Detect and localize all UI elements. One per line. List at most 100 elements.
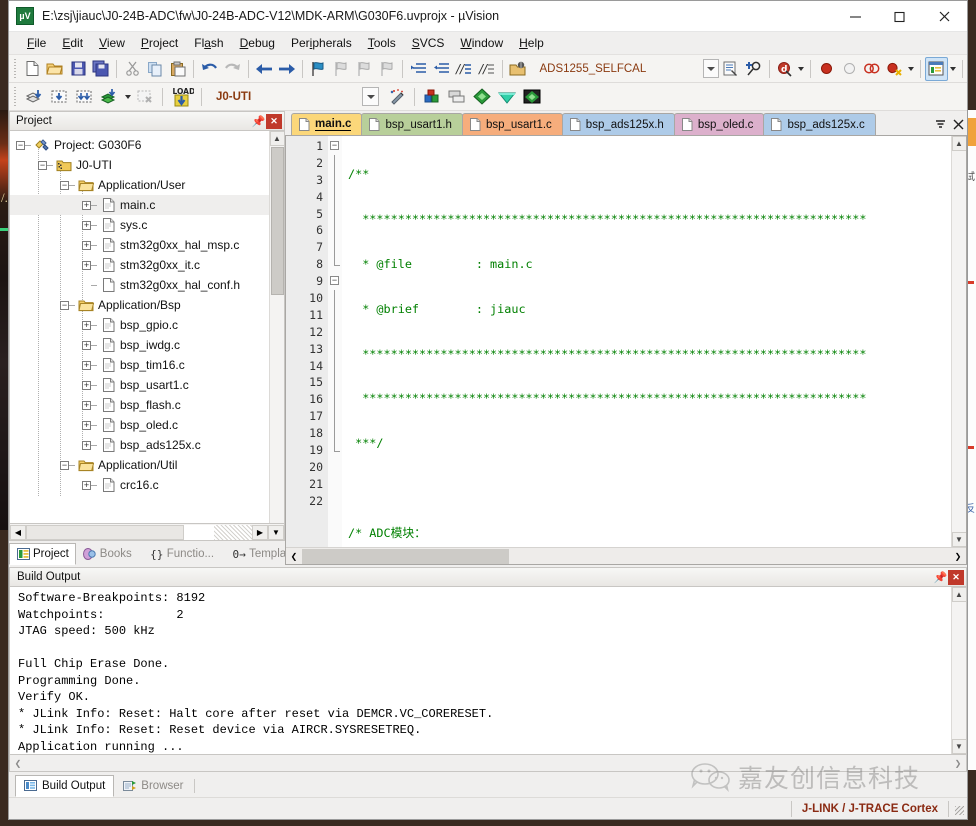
cut-icon[interactable] [121,57,144,81]
configure-target-icon[interactable] [507,57,530,81]
tab-list-icon[interactable] [931,113,949,135]
tree-node[interactable]: − Application/User [10,175,269,195]
paste-icon[interactable] [167,57,190,81]
tree-expander[interactable]: + [82,380,91,390]
tree-expander[interactable]: + [82,240,91,250]
fold-toggle-icon[interactable]: − [330,141,339,150]
close-button[interactable] [921,1,967,31]
bookmark-next-icon[interactable] [353,57,376,81]
minimize-button[interactable] [833,1,877,31]
navigate-back-icon[interactable] [253,57,276,81]
options-for-target-icon[interactable] [385,85,410,109]
scroll-right-arrow[interactable]: ❯ [950,549,966,564]
scroll-down-arrow[interactable]: ▼ [951,532,966,547]
function-navigate-dropdown[interactable] [703,59,720,78]
tab-browser[interactable]: Browser [114,775,192,797]
outdent-icon[interactable] [430,57,453,81]
menu-project[interactable]: Project [133,34,186,52]
tree-expander[interactable]: + [82,360,91,370]
menu-edit[interactable]: Edit [54,34,91,52]
editor-tab-bsp-ads125x-h[interactable]: bsp_ads125x.h [561,113,675,135]
editor-tab-bsp-usart1-c[interactable]: bsp_usart1.c [461,113,563,135]
disable-all-breakpoints-icon[interactable] [861,57,884,81]
close-panel-icon[interactable]: ✕ [948,569,964,585]
find-in-files-icon[interactable] [742,57,765,81]
tab-build-output[interactable]: Build Output [15,775,115,797]
hscroll-thumb[interactable] [26,524,185,540]
menu-tools[interactable]: Tools [360,34,404,52]
tree-expander[interactable]: + [82,260,91,270]
tree-node[interactable]: + crc16.c [10,475,269,495]
bookmark-list-icon[interactable] [719,57,742,81]
tree-node[interactable]: + bsp_gpio.c [10,315,269,335]
uncomment-icon[interactable]: // [475,57,498,81]
tree-expander[interactable]: − [16,140,25,150]
tree-expander[interactable]: + [82,220,91,230]
batch-build-dropdown-arrow[interactable] [122,85,133,109]
close-panel-icon[interactable]: ✕ [266,113,282,129]
tab-project[interactable]: Project [9,543,76,565]
tree-node-main-c[interactable]: + main.c [10,195,269,215]
bookmark-prev-icon[interactable] [330,57,353,81]
menu-debug[interactable]: Debug [232,34,283,52]
pack-installer-icon[interactable] [469,85,494,109]
editor-tab-main-c[interactable]: main.c [291,113,363,135]
tree-node[interactable]: + bsp_ads125x.c [10,435,269,455]
scroll-down-arrow[interactable]: ▼ [268,524,284,540]
build-output-horizontal-scrollbar[interactable]: ❮ ❯ [9,755,967,772]
batch-build-icon[interactable] [97,85,122,109]
tree-node[interactable]: − Project: G030F6 [10,135,269,155]
translate-icon[interactable] [22,85,47,109]
tree-node[interactable]: stm32g0xx_hal_conf.h [10,275,269,295]
scroll-up-arrow[interactable]: ▲ [951,136,966,151]
tree-node[interactable]: + sys.c [10,215,269,235]
scroll-left-arrow[interactable]: ❮ [10,756,26,771]
windows-dropdown-arrow[interactable] [948,57,958,81]
save-all-icon[interactable] [90,57,113,81]
toolbar-grip[interactable] [12,86,19,107]
tab-books[interactable]: Books [76,543,139,565]
tree-expander[interactable]: + [82,200,91,210]
tree-node[interactable]: + bsp_flash.c [10,395,269,415]
close-tab-icon[interactable] [949,113,967,135]
hscroll-track[interactable] [26,524,252,540]
scroll-left-arrow[interactable]: ❮ [286,549,302,564]
tree-expander[interactable]: + [82,420,91,430]
resize-grip[interactable] [949,800,967,818]
menu-view[interactable]: View [91,34,133,52]
breakpoints-dropdown-arrow[interactable] [906,57,916,81]
tree-expander[interactable]: − [38,160,47,170]
rebuild-all-icon[interactable] [72,85,97,109]
menu-file[interactable]: File [19,34,54,52]
auto-hide-pin-icon[interactable]: 📌 [251,114,266,129]
editor-tab-bsp-usart1-h[interactable]: bsp_usart1.h [361,113,463,135]
tree-expander[interactable]: + [82,480,91,490]
tree-expander[interactable]: − [60,460,69,470]
tab-functions[interactable]: {} Functio... [143,543,221,565]
maximize-button[interactable] [877,1,921,31]
project-tree-horizontal-scrollbar[interactable]: ◀ ▶ ▼ [9,524,285,541]
project-tree-vertical-scrollbar[interactable]: ▲ [269,131,284,523]
insert-breakpoint-icon[interactable] [815,57,838,81]
toolbar-grip[interactable] [12,58,19,79]
disable-breakpoint-icon[interactable] [838,57,861,81]
manage-run-time-environment-icon[interactable] [419,85,444,109]
run-time-environment-icon[interactable] [519,85,544,109]
menu-flash[interactable]: Flash [186,34,231,52]
tree-node[interactable]: − Application/Util [10,455,269,475]
navigate-forward-icon[interactable] [275,57,298,81]
scroll-up-arrow[interactable]: ▲ [269,131,284,146]
menu-svcs[interactable]: SVCS [404,34,453,52]
auto-hide-pin-icon[interactable]: 📌 [933,570,948,585]
open-file-icon[interactable] [44,57,67,81]
tree-node[interactable]: + bsp_usart1.c [10,375,269,395]
bookmark-toggle-icon[interactable] [307,57,330,81]
tree-node[interactable]: + stm32g0xx_it.c [10,255,269,275]
tree-expander[interactable]: + [82,440,91,450]
tree-node[interactable]: − Application/Bsp [10,295,269,315]
tree-expander[interactable]: + [82,320,91,330]
scroll-left-arrow[interactable]: ◀ [10,524,26,540]
indent-icon[interactable] [407,57,430,81]
comment-icon[interactable]: // [452,57,475,81]
editor-tab-bsp-ads125x-c[interactable]: bsp_ads125x.c [763,113,876,135]
